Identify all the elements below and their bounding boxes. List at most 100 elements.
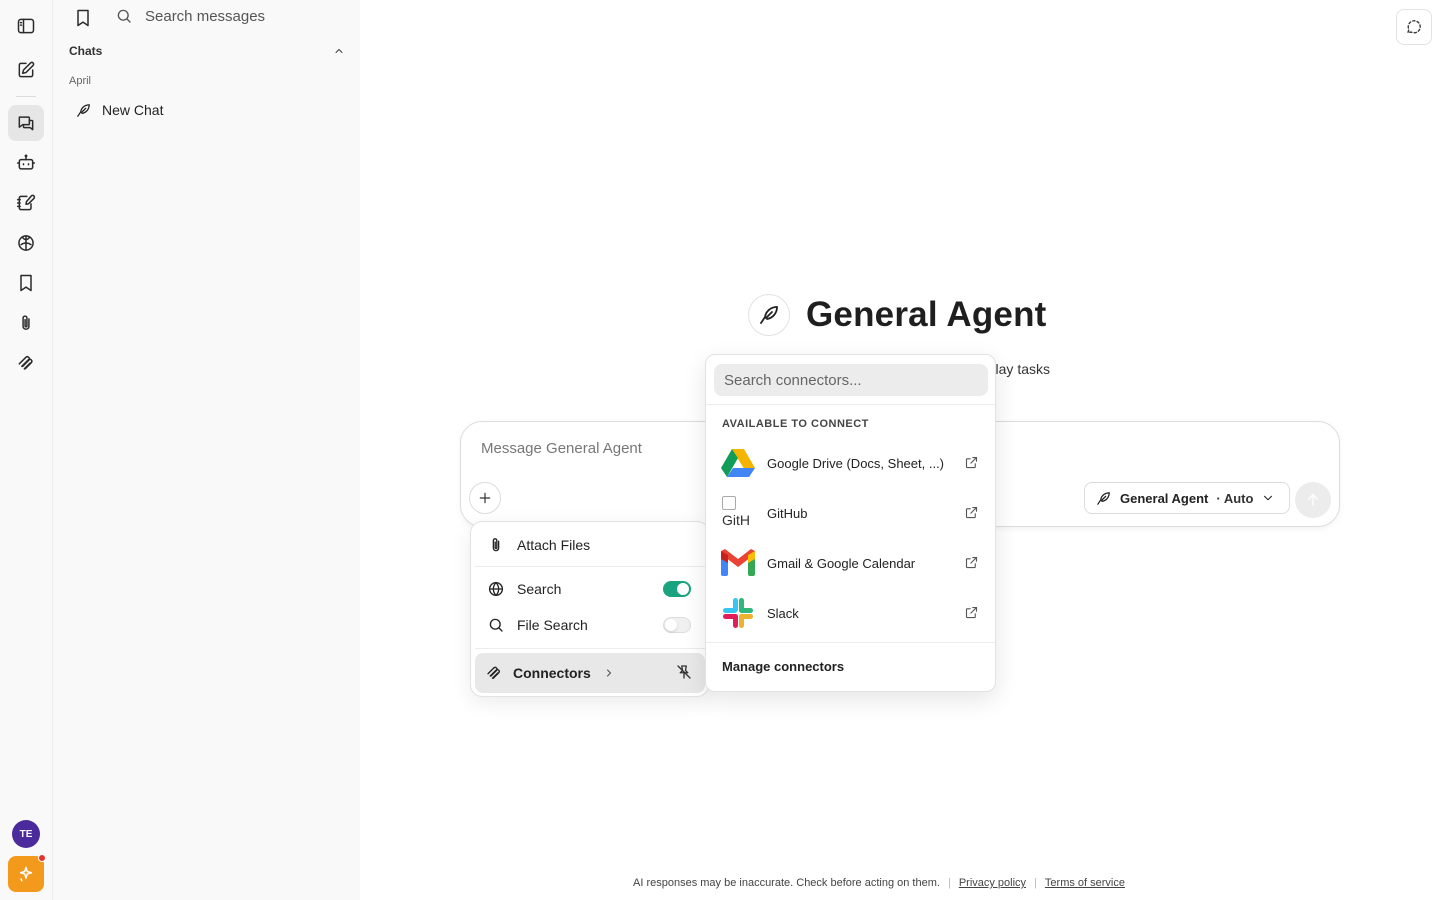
- send-button[interactable]: [1295, 482, 1331, 518]
- connector-github[interactable]: GitH GitHub: [706, 488, 995, 538]
- available-header: AVAILABLE TO CONNECT: [722, 418, 869, 430]
- search-messages-label: Search messages: [145, 7, 266, 25]
- file-search-item[interactable]: File Search: [475, 607, 705, 643]
- toggle-sidebar-button[interactable]: [8, 8, 44, 44]
- footer-divider: |: [1034, 877, 1037, 889]
- popover-divider: [706, 404, 995, 405]
- agents-nav-button[interactable]: [8, 145, 44, 181]
- disclaimer-text: AI responses may be inaccurate. Check be…: [633, 877, 940, 889]
- chats-section-title: Chats: [69, 44, 103, 58]
- connectors-popover: AVAILABLE TO CONNECT Google Drive (Docs,…: [705, 354, 996, 692]
- connectors-icon: [487, 666, 500, 679]
- arrow-up-icon: [1307, 494, 1319, 506]
- rail-divider: [16, 96, 36, 97]
- brain-nav-button[interactable]: [8, 225, 44, 261]
- slack-icon: [721, 596, 755, 630]
- broken-image-icon: [722, 496, 736, 510]
- connector-name: GitHub: [767, 505, 808, 521]
- dashed-chat-icon: [1407, 20, 1421, 34]
- external-link-icon: [965, 556, 978, 569]
- attach-files-item[interactable]: Attach Files: [475, 527, 705, 563]
- footer: AI responses may be inaccurate. Check be…: [633, 877, 1125, 889]
- search-messages[interactable]: Search messages: [115, 7, 265, 25]
- menu-divider: [475, 648, 705, 649]
- agent-title: General Agent: [806, 295, 1047, 334]
- search-toggle[interactable]: [663, 581, 691, 597]
- menu-divider: [475, 566, 705, 567]
- pin-off-icon: [677, 665, 691, 679]
- notification-dot: [38, 854, 46, 862]
- connectors-search-input[interactable]: [714, 364, 988, 396]
- paperclip-icon: [22, 315, 30, 330]
- bookmark-icon: [20, 274, 32, 292]
- connector-slack[interactable]: Slack: [706, 588, 995, 638]
- connector-google-drive[interactable]: Google Drive (Docs, Sheet, ...): [706, 438, 995, 488]
- connector-name: Slack: [767, 605, 799, 621]
- globe-icon: [488, 581, 504, 597]
- attach-files-label: Attach Files: [517, 537, 591, 553]
- toggle-knob: [677, 583, 689, 595]
- bookmark-icon: [77, 9, 89, 27]
- search-tool-item[interactable]: Search: [475, 571, 705, 607]
- whats-new-button[interactable]: [8, 854, 46, 892]
- github-icon: GitH: [721, 496, 755, 530]
- connector-name: Google Drive (Docs, Sheet, ...): [767, 455, 945, 471]
- agent-selector-name: General Agent: [1120, 490, 1209, 506]
- connectors-icon: [18, 356, 33, 370]
- agent-logo: [748, 294, 790, 336]
- file-search-label: File Search: [517, 617, 588, 633]
- new-chat-button[interactable]: [8, 52, 44, 88]
- feather-icon: [760, 306, 778, 324]
- gmail-icon: [721, 546, 755, 580]
- tools-menu: Attach Files Search File Search Connecto…: [470, 521, 709, 697]
- notebook-nav-button[interactable]: [8, 185, 44, 221]
- bookmarks-button[interactable]: [73, 8, 93, 33]
- privacy-policy-link[interactable]: Privacy policy: [959, 877, 1026, 889]
- add-tools-button[interactable]: [469, 482, 501, 514]
- file-search-toggle[interactable]: [663, 617, 691, 633]
- chevron-down-icon: [1264, 495, 1273, 501]
- external-link-icon: [965, 606, 978, 619]
- footer-divider: |: [947, 877, 951, 889]
- message-input[interactable]: Message General Agent: [481, 440, 642, 457]
- search-icon: [489, 618, 503, 632]
- chat-group-month: April: [69, 75, 92, 87]
- chat-bubbles-icon: [18, 116, 34, 131]
- notebook-pen-icon: [16, 194, 36, 211]
- search-icon: [117, 9, 131, 23]
- external-link-icon: [965, 506, 978, 519]
- chat-sidebar: Search messages Chats April New Chat: [53, 0, 360, 900]
- chats-nav-button[interactable]: [8, 105, 44, 141]
- sparkle-icon: [19, 866, 33, 882]
- connectors-nav-button[interactable]: [8, 345, 44, 381]
- external-link-icon: [965, 456, 978, 469]
- google-drive-icon: [721, 446, 755, 480]
- terms-of-service-link[interactable]: Terms of service: [1045, 877, 1125, 889]
- chat-list-item[interactable]: New Chat: [69, 98, 345, 122]
- agent-selector-mode: · Auto: [1216, 490, 1254, 506]
- agent-selector[interactable]: General Agent · Auto: [1084, 482, 1291, 514]
- agent-hero: General Agent: [748, 294, 1047, 336]
- connector-gmail[interactable]: Gmail & Google Calendar: [706, 538, 995, 588]
- avatar[interactable]: TE: [12, 820, 40, 848]
- icon-rail: TE: [0, 0, 53, 900]
- feather-icon: [77, 103, 90, 117]
- brain-icon: [18, 235, 34, 251]
- robot-icon: [16, 154, 36, 170]
- manage-connectors-link[interactable]: Manage connectors: [722, 659, 844, 674]
- plus-icon: [479, 492, 491, 504]
- sidebar-toggle-icon: [17, 18, 35, 34]
- files-nav-button[interactable]: [8, 305, 44, 341]
- chat-title: New Chat: [102, 102, 164, 118]
- connectors-item[interactable]: Connectors: [475, 653, 705, 693]
- toggle-knob: [665, 619, 677, 631]
- unpin-button[interactable]: [675, 663, 693, 684]
- compose-icon: [18, 61, 35, 78]
- temporary-chat-button[interactable]: [1396, 9, 1432, 45]
- chats-section-header[interactable]: Chats: [69, 44, 345, 58]
- bookmarks-nav-button[interactable]: [8, 265, 44, 301]
- broken-image-alt: GitH: [722, 512, 750, 528]
- connector-name: Gmail & Google Calendar: [767, 555, 916, 571]
- feather-icon: [1097, 491, 1110, 505]
- search-tool-label: Search: [517, 581, 562, 597]
